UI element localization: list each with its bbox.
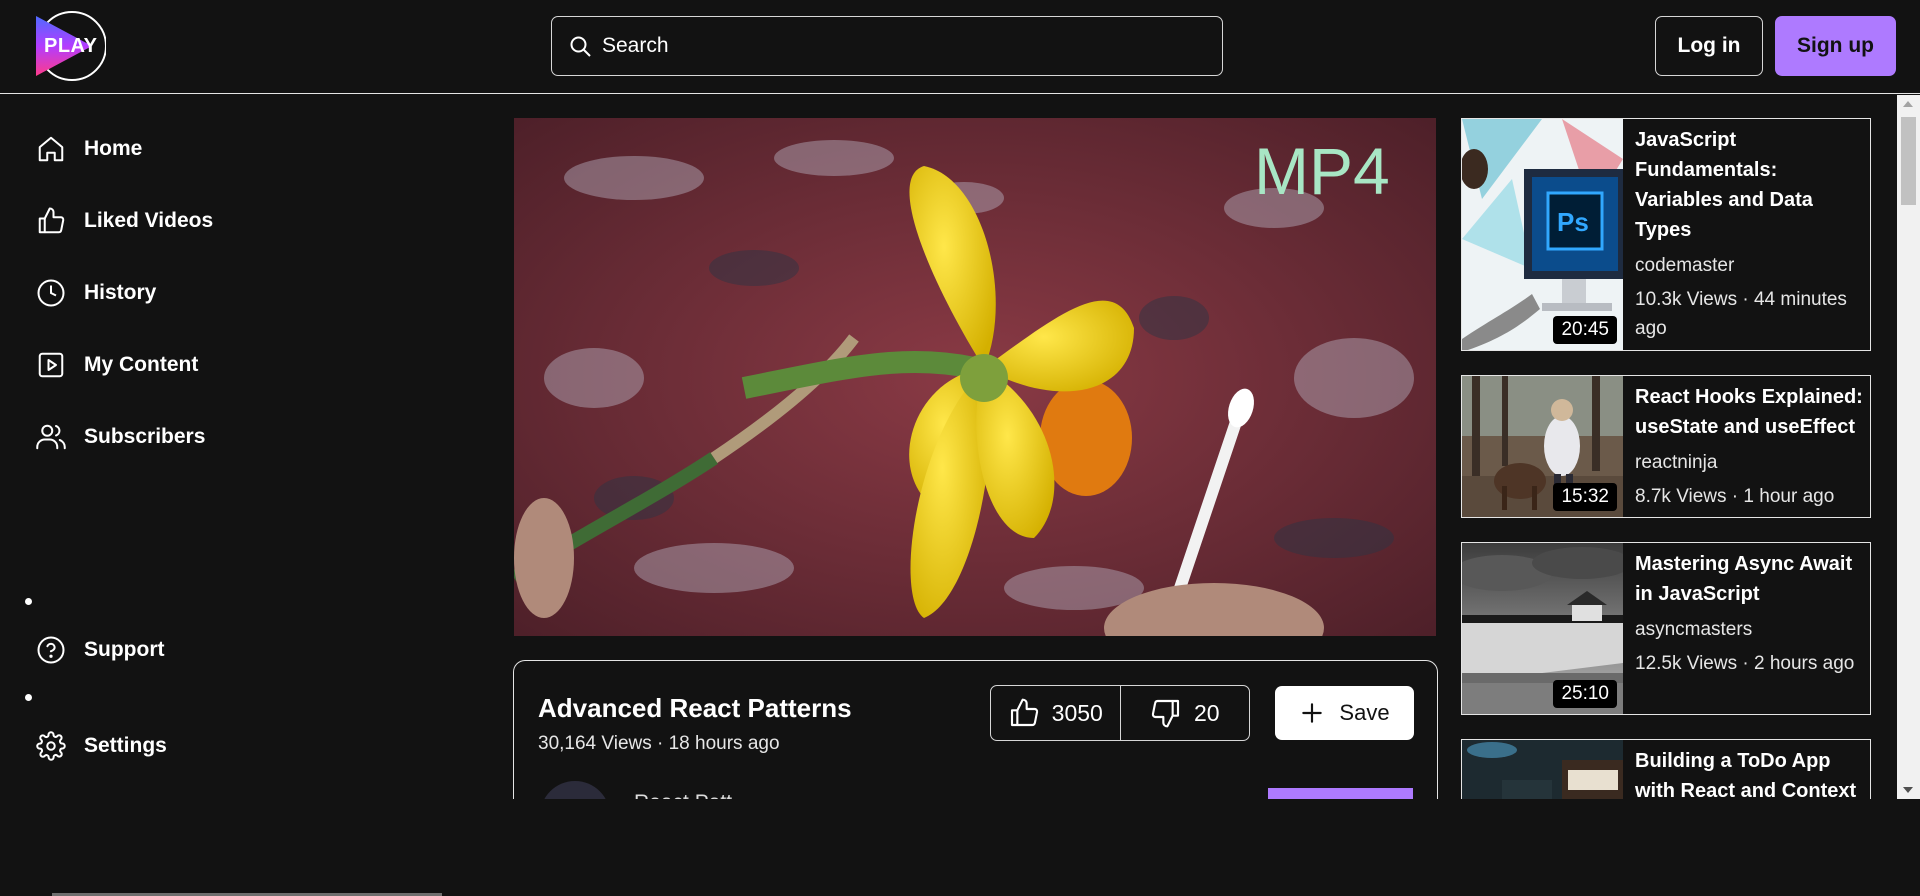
plus-icon <box>1302 703 1323 723</box>
thumbs-up-icon <box>1010 698 1038 727</box>
video-thumbnail[interactable]: 15:32 <box>1462 376 1623 517</box>
related-video-meta: 8.7k Views · 1 hour ago <box>1635 486 1835 507</box>
related-video-title[interactable]: JavaScript Fundamentals: Variables and D… <box>1635 125 1867 245</box>
thumbs-down-icon <box>1151 699 1180 728</box>
sidebar-item-liked-videos[interactable]: Liked Videos <box>36 201 213 241</box>
sidebar: Home Liked Videos History My Content Sub… <box>0 95 490 799</box>
related-video-title[interactable]: React Hooks Explained: useState and useE… <box>1635 382 1867 442</box>
ps-logo-icon: Ps <box>1557 207 1589 237</box>
video-thumbnail[interactable]: 25:10 <box>1462 543 1623 714</box>
sidebar-item-label: Subscribers <box>84 425 206 448</box>
sidebar-item-history[interactable]: History <box>36 273 156 313</box>
reaction-group: 3050 20 <box>990 685 1250 741</box>
search-icon <box>570 36 591 57</box>
related-video-card[interactable]: 25:10 Mastering Async Await in JavaScrip… <box>1461 542 1871 715</box>
sidebar-item-subscribers[interactable]: Subscribers <box>36 417 205 457</box>
sidebar-item-label: Liked Videos <box>84 209 214 232</box>
sidebar-item-label: History <box>84 281 157 304</box>
list-bullet <box>25 694 32 701</box>
video-duration: 15:32 <box>1553 483 1617 511</box>
sidebar-item-label: Support <box>84 638 165 661</box>
dislike-button[interactable]: 20 <box>1119 686 1250 740</box>
app: PLAY Log in Sign up Home Liked Videos <box>0 0 1920 896</box>
related-video-info: React Hooks Explained: useState and useE… <box>1635 382 1867 511</box>
scroll-up-arrow-icon[interactable] <box>1903 101 1913 107</box>
play-square-icon <box>38 352 64 378</box>
related-video-info: Mastering Async Await in JavaScript asyn… <box>1635 549 1867 678</box>
scrollbar-thumb[interactable] <box>1901 117 1916 205</box>
gear-icon <box>36 731 66 761</box>
list-bullet <box>25 598 32 605</box>
search-box[interactable] <box>551 16 1223 76</box>
sidebar-item-settings[interactable]: Settings <box>36 726 167 766</box>
users-icon <box>36 424 66 450</box>
related-video-meta: 12.5k Views · 2 hours ago <box>1635 653 1855 674</box>
related-video-info: Building a ToDo App with React and Conte… <box>1635 746 1867 806</box>
save-label: Save <box>1339 700 1390 725</box>
header: PLAY Log in Sign up <box>0 0 1920 94</box>
home-icon <box>38 136 64 162</box>
sidebar-item-label: My Content <box>84 353 199 376</box>
video-title: Advanced React Patterns <box>538 693 852 723</box>
video-info-card: Advanced React Patterns 30,164 Views · 1… <box>513 660 1438 800</box>
save-button[interactable]: Save <box>1275 686 1414 740</box>
signup-button[interactable]: Sign up <box>1775 16 1896 76</box>
video-overlay-text: MP4 <box>1254 134 1390 208</box>
like-button[interactable]: 3050 <box>991 686 1120 740</box>
sidebar-item-support[interactable]: Support <box>36 630 164 670</box>
sidebar-item-my-content[interactable]: My Content <box>36 345 198 385</box>
search-input[interactable] <box>602 34 1202 58</box>
sidebar-item-home[interactable]: Home <box>36 129 142 169</box>
related-video-channel[interactable]: asyncmasters <box>1635 617 1867 643</box>
video-meta: 30,164 Views · 18 hours ago <box>538 733 780 754</box>
video-thumbnail[interactable]: Ps 20:45 <box>1462 119 1623 350</box>
scroll-down-arrow-icon[interactable] <box>1903 787 1913 793</box>
dislike-count: 20 <box>1193 699 1220 726</box>
related-video-info: JavaScript Fundamentals: Variables and D… <box>1635 125 1867 343</box>
page-bottom-area <box>0 799 1920 896</box>
sidebar-item-label: Settings <box>84 734 167 757</box>
channel-avatar[interactable] <box>540 781 610 800</box>
related-video-card[interactable]: Ps 20:45 JavaScript Fundamentals: Variab… <box>1461 118 1871 351</box>
video-player[interactable]: MP4 <box>514 118 1436 636</box>
video-duration: 25:10 <box>1553 680 1617 708</box>
related-video-channel[interactable]: codemaster <box>1635 253 1867 279</box>
vertical-scrollbar[interactable] <box>1897 95 1920 799</box>
related-video-card[interactable]: 15:32 React Hooks Explained: useState an… <box>1461 375 1871 518</box>
video-duration: 20:45 <box>1553 316 1617 344</box>
video-frame: MP4 <box>514 118 1436 636</box>
sidebar-item-label: Home <box>84 137 143 160</box>
like-count: 3050 <box>1051 699 1103 726</box>
related-video-meta: 10.3k Views · 44 minutes ago <box>1635 289 1847 339</box>
clock-icon <box>37 279 65 307</box>
related-video-channel[interactable]: reactninja <box>1635 450 1867 476</box>
related-video-title[interactable]: Building a ToDo App with React and Conte… <box>1635 746 1867 806</box>
thumbs-up-icon <box>38 207 65 234</box>
login-button[interactable]: Log in <box>1655 16 1763 76</box>
help-circle-icon <box>37 636 65 664</box>
related-video-title[interactable]: Mastering Async Await in JavaScript <box>1635 549 1867 609</box>
logo-text: PLAY <box>44 35 98 57</box>
